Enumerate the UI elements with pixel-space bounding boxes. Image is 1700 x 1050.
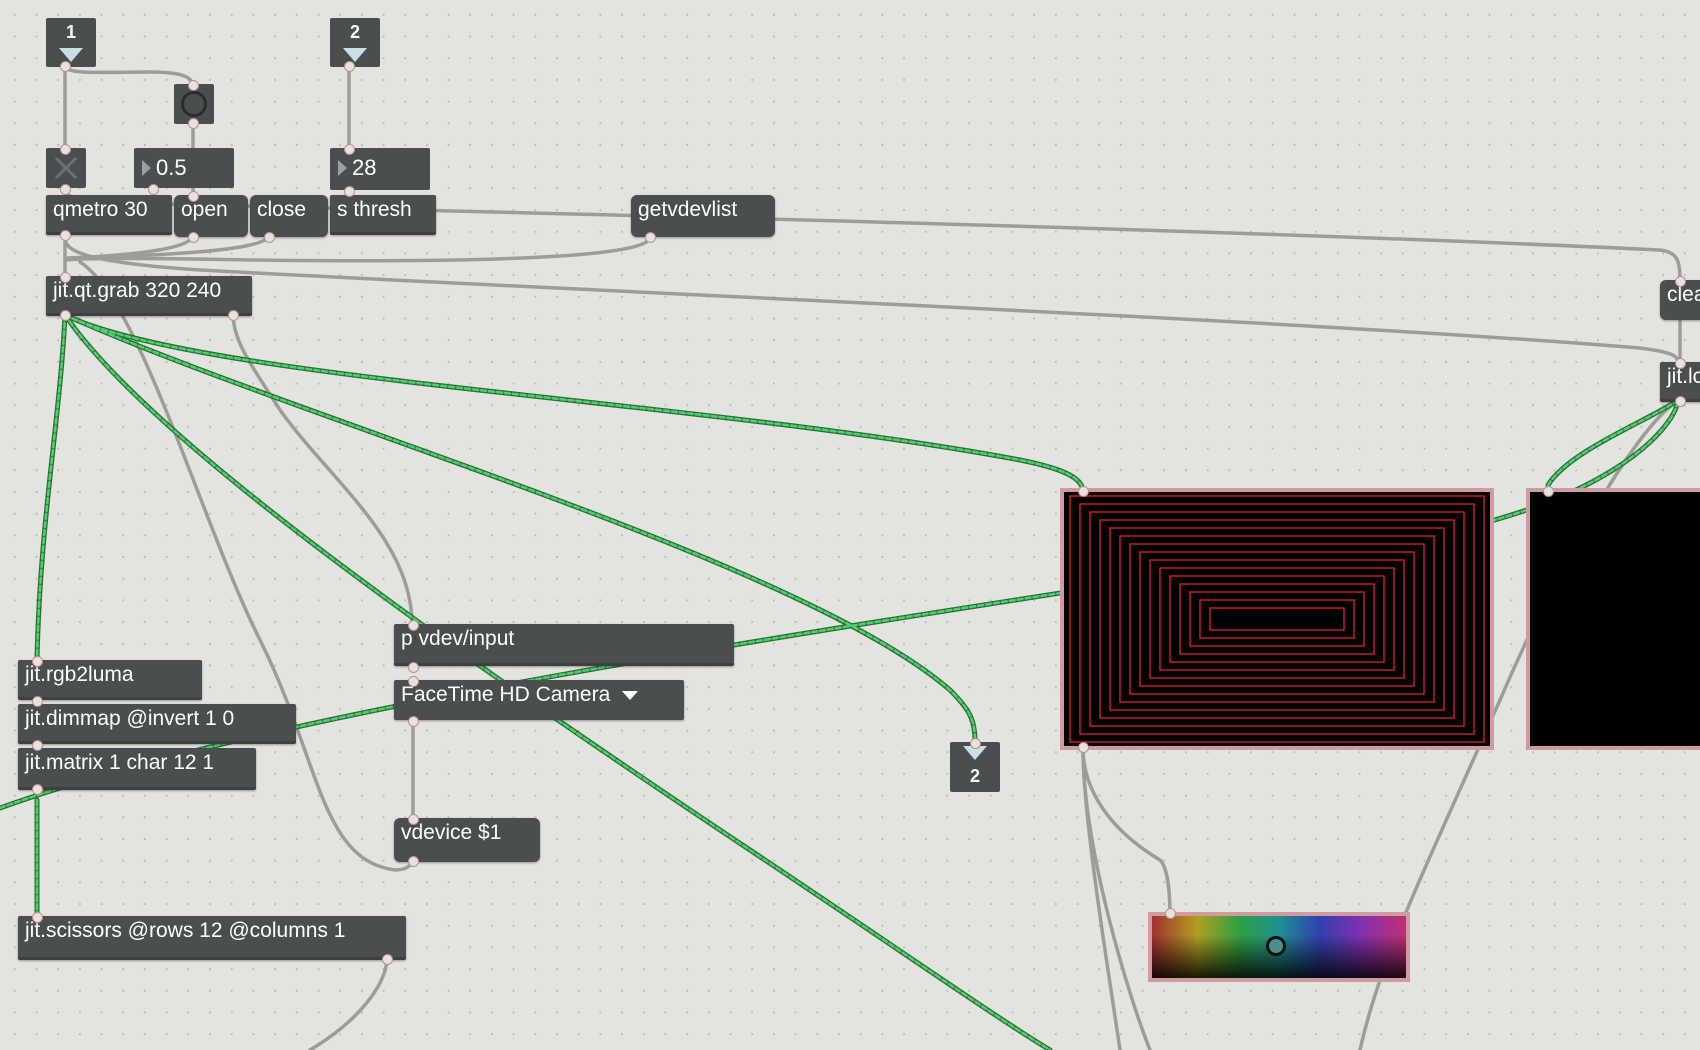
outlet-port[interactable] xyxy=(408,716,419,727)
inlet-port[interactable] xyxy=(1675,276,1686,287)
inlet-port[interactable] xyxy=(32,912,43,923)
inlet-port[interactable] xyxy=(408,676,419,687)
outlet-port[interactable] xyxy=(645,232,656,243)
patch-cord xyxy=(63,236,1680,364)
inlet-flag-1-label: 1 xyxy=(65,22,76,42)
rectangles-graphic xyxy=(1069,495,1485,743)
inlet-port[interactable] xyxy=(1543,486,1554,497)
jit-pwindow-display[interactable] xyxy=(1060,488,1494,750)
patch-cord xyxy=(1081,746,1122,1050)
inlet-port[interactable] xyxy=(344,61,355,72)
inlet-port[interactable] xyxy=(344,186,355,197)
jit-rgb2luma-object[interactable]: jit.rgb2luma xyxy=(18,660,202,700)
inlet-port[interactable] xyxy=(188,118,199,129)
qmetro-object[interactable]: qmetro 30 xyxy=(46,195,172,235)
inlet-flag-2-label: 2 xyxy=(349,22,360,42)
inlet-port[interactable] xyxy=(408,814,419,825)
swatch-knob[interactable] xyxy=(1266,936,1286,956)
jit-qt-grab-object[interactable]: jit.qt.grab 320 240 xyxy=(46,276,252,316)
float-number-box[interactable]: 0.5 xyxy=(134,148,234,188)
bang-circle-icon xyxy=(181,91,207,117)
inlet-port[interactable] xyxy=(188,191,199,202)
jit-dimmap-object[interactable]: jit.dimmap @invert 1 0 xyxy=(18,704,296,744)
outlet-port[interactable] xyxy=(60,310,71,321)
inlet-port[interactable] xyxy=(344,144,355,155)
send-thresh-object[interactable]: s thresh xyxy=(330,195,436,235)
open-message[interactable]: open xyxy=(174,195,248,237)
outlet-port[interactable] xyxy=(32,740,43,751)
outlet-flag-2-label: 2 xyxy=(969,766,980,786)
inlet-port[interactable] xyxy=(32,656,43,667)
outlet-port[interactable] xyxy=(408,662,419,673)
outlet-port[interactable] xyxy=(1078,742,1089,753)
outlet-port[interactable] xyxy=(60,230,71,241)
chevron-down-icon xyxy=(622,690,639,700)
patch-cord xyxy=(308,958,389,1050)
inlet-port[interactable] xyxy=(60,144,71,155)
int-number-value: 28 xyxy=(352,155,377,180)
color-swatch[interactable] xyxy=(1148,912,1410,982)
inlet-port[interactable] xyxy=(148,184,159,195)
inlet-port[interactable] xyxy=(60,272,71,283)
close-message[interactable]: close xyxy=(250,195,328,237)
outlet-port[interactable] xyxy=(264,232,275,243)
inlet-flag-1[interactable]: 1 xyxy=(46,18,96,67)
camera-menu-selected: FaceTime HD Camera xyxy=(401,683,611,706)
inlet-port[interactable] xyxy=(408,620,419,631)
inlet-port[interactable] xyxy=(60,61,71,72)
jit-pwindow-display-2[interactable] xyxy=(1526,488,1700,750)
down-triangle-icon xyxy=(343,48,367,62)
getvdevlist-message[interactable]: getvdevlist xyxy=(631,195,775,237)
outlet-port[interactable] xyxy=(1675,396,1686,407)
outlet-port[interactable] xyxy=(228,310,239,321)
number-arrow-icon xyxy=(142,160,151,176)
jit-matrix-object[interactable]: jit.matrix 1 char 12 1 xyxy=(18,748,256,790)
number-arrow-icon xyxy=(338,160,347,176)
inlet-port[interactable] xyxy=(1165,908,1176,919)
outlet-port[interactable] xyxy=(32,696,43,707)
outlet-flag-2[interactable]: 2 xyxy=(950,742,1000,792)
float-number-value: 0.5 xyxy=(156,155,187,180)
outlet-port[interactable] xyxy=(382,954,393,965)
down-triangle-icon xyxy=(59,48,83,62)
outlet-port[interactable] xyxy=(188,232,199,243)
inlet-port[interactable] xyxy=(188,80,199,91)
inlet-port[interactable] xyxy=(1078,486,1089,497)
p-vdev-input-object[interactable]: p vdev/input xyxy=(394,624,734,666)
inlet-flag-2[interactable]: 2 xyxy=(330,18,380,67)
outlet-port[interactable] xyxy=(408,856,419,867)
inlet-port[interactable] xyxy=(970,738,981,749)
jit-scissors-object[interactable]: jit.scissors @rows 12 @columns 1 xyxy=(18,916,406,960)
inlet-port[interactable] xyxy=(1675,358,1686,369)
int-number-box[interactable]: 28 xyxy=(330,148,430,190)
outlet-port[interactable] xyxy=(32,784,43,795)
inlet-port[interactable] xyxy=(60,184,71,195)
camera-menu[interactable]: FaceTime HD Camera xyxy=(394,680,684,720)
vdevice-message[interactable]: vdevice $1 xyxy=(394,818,540,862)
